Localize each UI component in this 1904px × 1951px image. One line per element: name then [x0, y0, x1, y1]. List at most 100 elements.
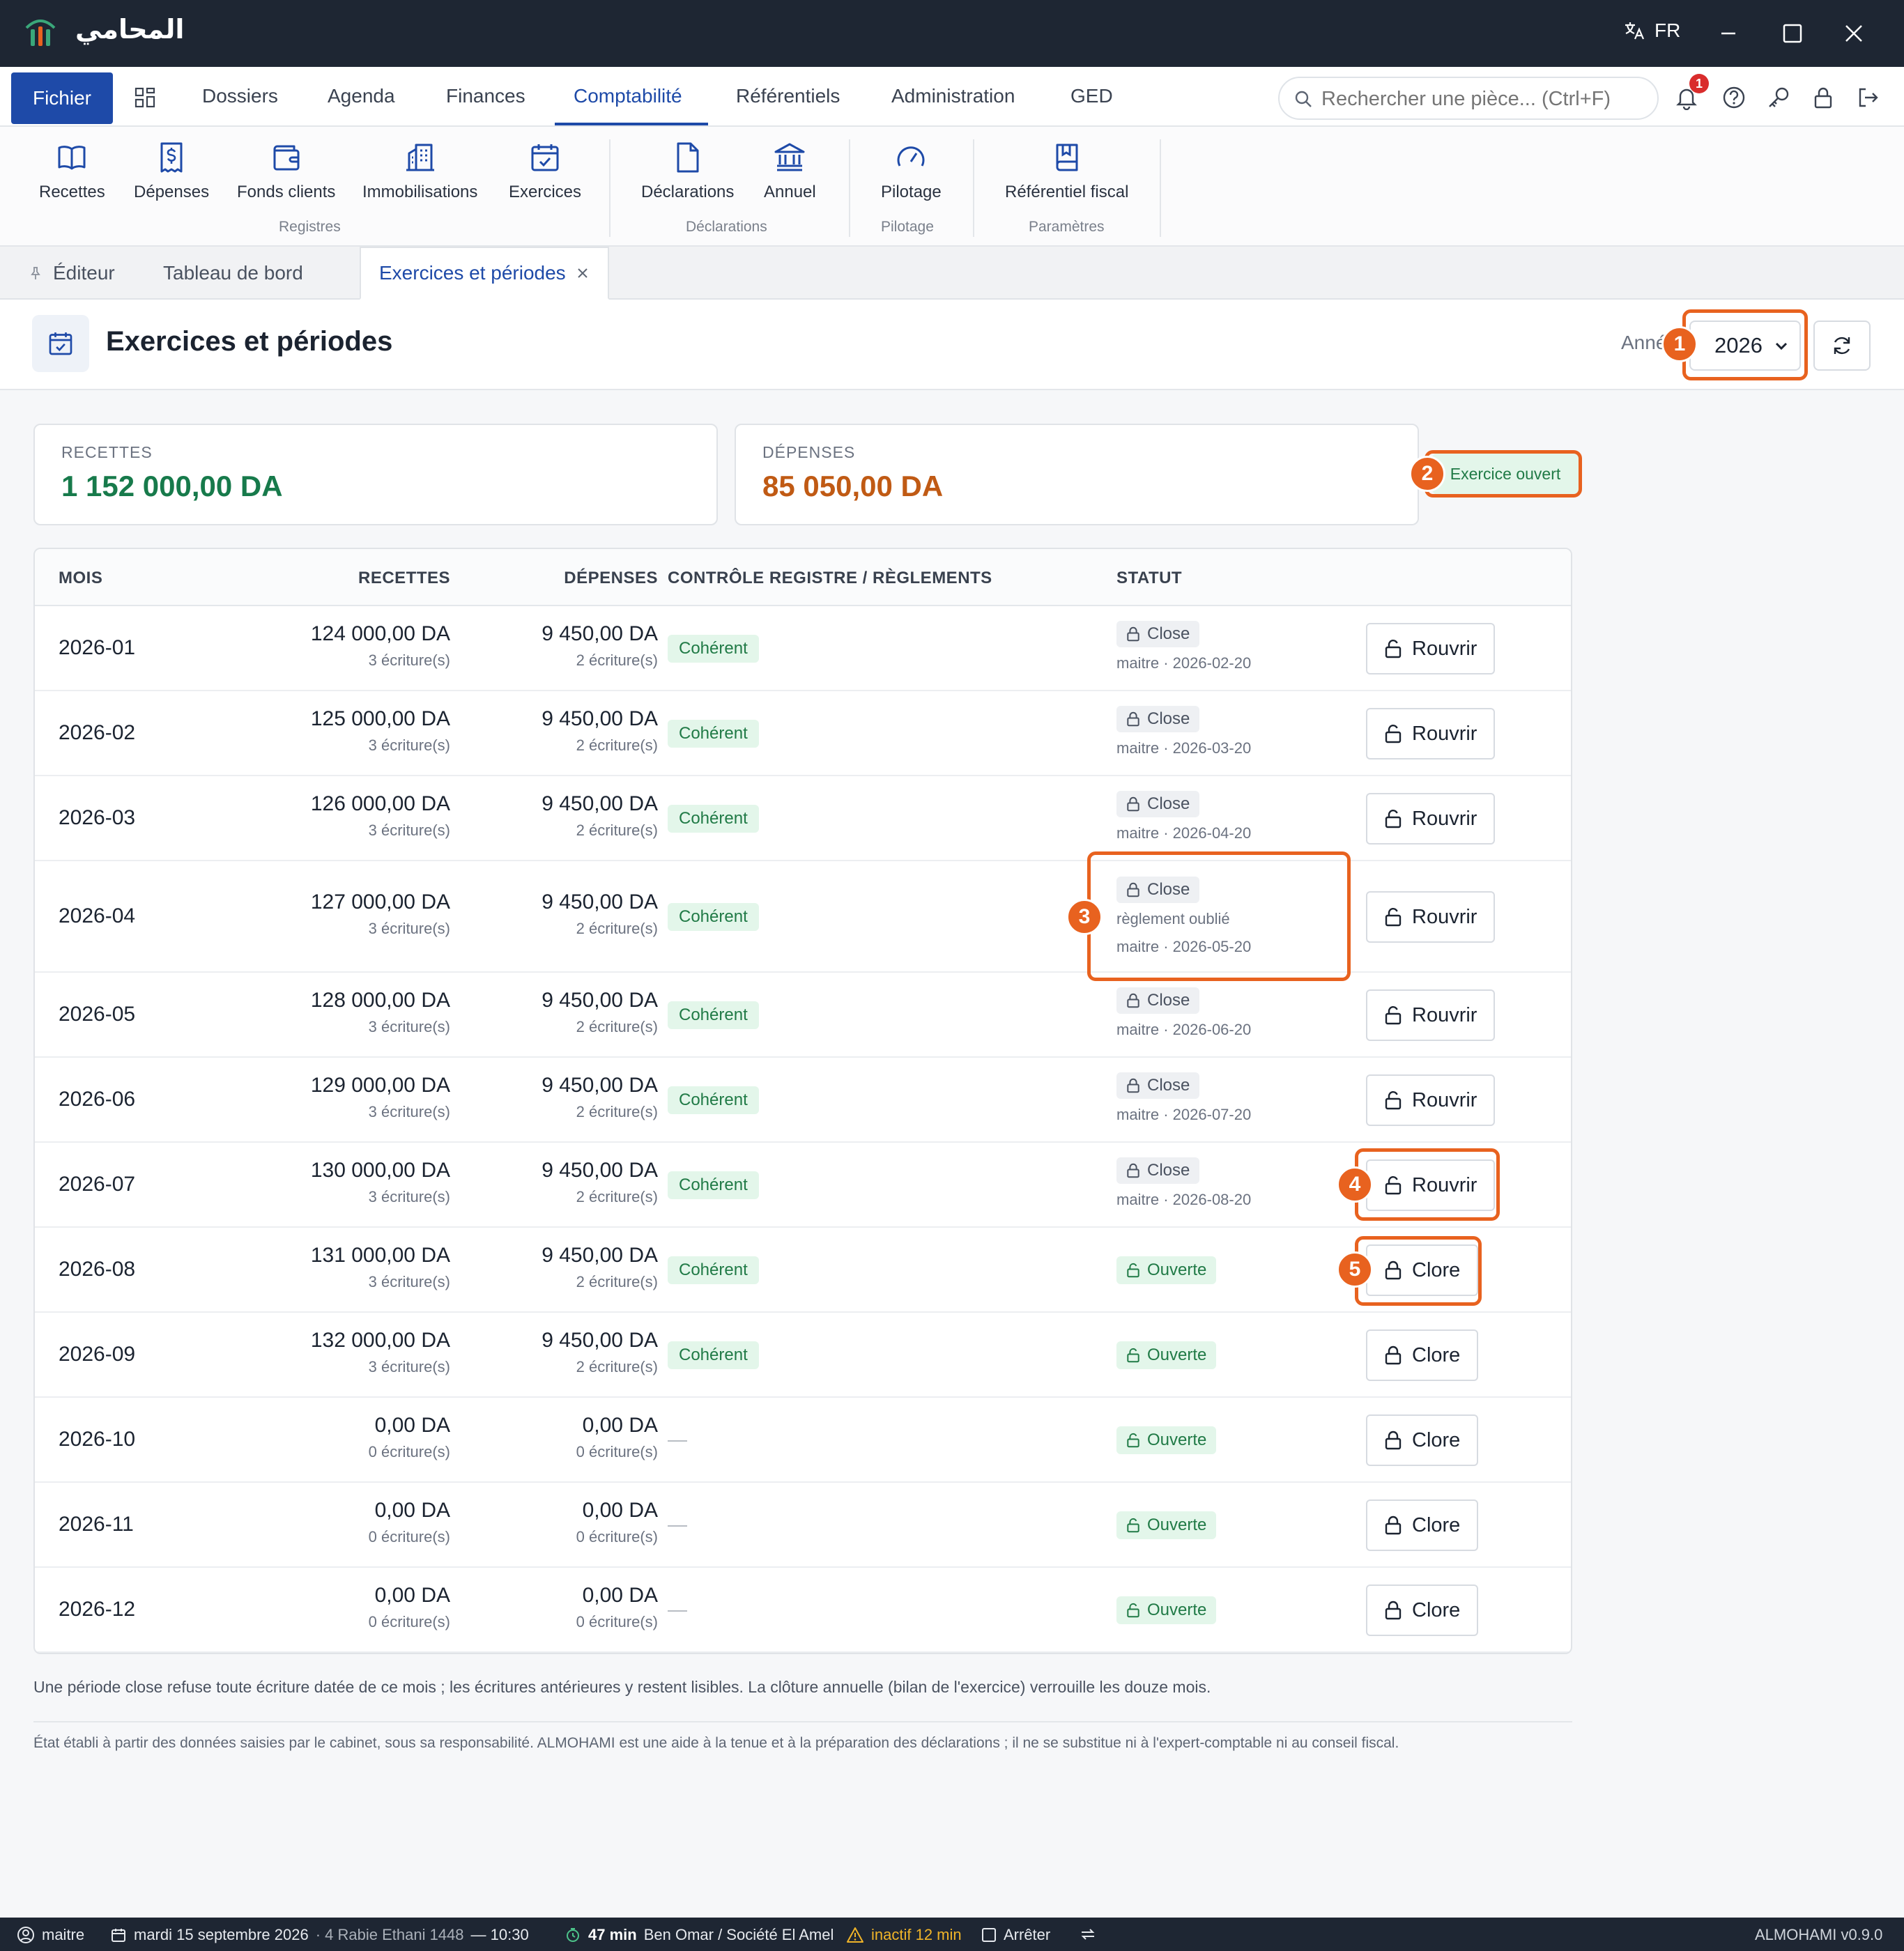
menu-fichier[interactable]: Fichier — [11, 72, 113, 124]
calendar-check-icon — [531, 144, 559, 171]
ribbon-annuel-button[interactable]: Annuel — [764, 141, 816, 202]
cell-depenses-count: 0 écriture(s) — [576, 1443, 658, 1460]
cell-mois: 2026-06 — [59, 1088, 136, 1111]
cell-mois: 2026-07 — [59, 1173, 136, 1196]
rouvrir-button[interactable]: Rouvrir — [1366, 793, 1496, 845]
status-badge-close: Close — [1116, 791, 1200, 817]
ribbon-declarations-button[interactable]: Déclarations — [641, 141, 734, 202]
tab-editeur[interactable]: Éditeur — [28, 247, 115, 300]
controle-badge: Cohérent — [668, 1341, 759, 1369]
status-badge-open: Ouverte — [1116, 1596, 1217, 1624]
cell-depenses-count: 2 écriture(s) — [576, 1273, 658, 1290]
search-icon — [1295, 91, 1312, 107]
menu-agenda[interactable]: Agenda — [328, 85, 395, 107]
clore-button[interactable]: Clore — [1366, 1499, 1479, 1551]
ribbon-referentiel-fiscal-button[interactable]: Référentiel fiscal — [1005, 141, 1128, 202]
ribbon-immobilisations-button[interactable]: Immobilisations — [362, 141, 477, 202]
refresh-icon — [1834, 337, 1850, 355]
status-label: Ouverte — [1147, 1601, 1207, 1619]
col-header-depenses: DÉPENSES — [564, 569, 658, 587]
action-label: Clore — [1412, 1343, 1461, 1366]
controle-badge: Cohérent — [668, 635, 759, 663]
app-logo-icon — [22, 15, 59, 52]
tab-tableau-de-bord-label: Tableau de bord — [163, 262, 303, 284]
warning-icon — [847, 1927, 863, 1943]
rouvrir-button[interactable]: Rouvrir — [1366, 708, 1496, 759]
stop-timer-button[interactable]: Arrêter — [981, 1926, 1050, 1944]
status-badge-close: Close — [1116, 1072, 1200, 1099]
unlock-icon — [1126, 1348, 1140, 1363]
action-label: Rouvrir — [1412, 722, 1477, 745]
ribbon-recettes-button[interactable]: Recettes — [39, 141, 105, 202]
close-tab-icon[interactable] — [576, 266, 590, 280]
ribbon-exercices-label: Exercices — [509, 183, 582, 201]
ribbon-pilotage-button[interactable]: Pilotage — [881, 141, 942, 202]
table-row: 2026-12 0,00 DA 0 écriture(s) 0,00 DA 0 écri… — [35, 1568, 1571, 1653]
cell-depenses-amount: 0,00 DA — [582, 1584, 658, 1607]
clore-button[interactable]: Clore — [1366, 1584, 1479, 1636]
cell-mois: 2026-08 — [59, 1258, 136, 1281]
help-icon[interactable] — [1721, 85, 1746, 110]
table-row: 2026-01 124 000,00 DA 3 écriture(s) 9 450,0… — [35, 606, 1571, 691]
cell-mois: 2026-09 — [59, 1343, 136, 1366]
tab-tableau-de-bord[interactable]: Tableau de bord — [163, 247, 303, 300]
rouvrir-button[interactable]: Rouvrir — [1366, 989, 1496, 1041]
table-row: 2026-09 132 000,00 DA 3 écriture(s) 9 450,0… — [35, 1313, 1571, 1398]
key-icon[interactable] — [1766, 85, 1791, 110]
app-name: المحامي — [75, 15, 185, 45]
action-label: Rouvrir — [1412, 1003, 1477, 1026]
ribbon-group-parametres: Paramètres — [1029, 219, 1105, 235]
cell-mois: 2026-12 — [59, 1598, 136, 1621]
close-window-button[interactable] — [1838, 18, 1869, 49]
menu-finances[interactable]: Finances — [446, 85, 525, 107]
minimize-button[interactable] — [1713, 18, 1744, 49]
logout-icon[interactable] — [1855, 85, 1880, 110]
cell-controle-empty — [668, 1440, 687, 1442]
cell-depenses-amount: 9 450,00 DA — [542, 792, 658, 815]
rouvrir-button[interactable]: Rouvrir — [1366, 623, 1496, 674]
clore-button[interactable]: Clore — [1366, 1414, 1479, 1466]
depenses-summary-card: DÉPENSES 85 050,00 DA — [735, 424, 1419, 525]
unlock-icon — [1384, 639, 1402, 658]
menu-referentiels[interactable]: Référentiels — [736, 85, 840, 107]
unlock-icon — [1384, 724, 1402, 743]
highlight-frame — [1355, 1148, 1500, 1221]
bank-icon — [774, 143, 805, 171]
status-dossier: Ben Omar / Société El Amel — [643, 1926, 834, 1943]
apps-grid-icon[interactable] — [134, 86, 156, 109]
cell-depenses-amount: 9 450,00 DA — [542, 1159, 658, 1182]
rouvrir-button[interactable]: Rouvrir — [1366, 1074, 1496, 1126]
lock-icon[interactable] — [1811, 85, 1836, 110]
highlight-marker: 4 — [1337, 1166, 1373, 1203]
pin-icon — [31, 267, 40, 279]
switch-icon[interactable] — [1079, 1926, 1097, 1943]
status-badge-close: Close — [1116, 706, 1200, 732]
highlight-marker: 1 — [1661, 326, 1698, 362]
unlock-icon — [1126, 1263, 1140, 1278]
unlock-icon — [1384, 1005, 1402, 1025]
menu-administration[interactable]: Administration — [891, 85, 1015, 107]
refresh-button[interactable] — [1813, 321, 1871, 371]
menu-dossiers[interactable]: Dossiers — [202, 85, 278, 107]
highlight-marker: 3 — [1066, 899, 1103, 935]
rouvrir-button[interactable]: Rouvrir — [1366, 891, 1496, 943]
table-row: 2026-02 125 000,00 DA 3 écriture(s) 9 450,0… — [35, 691, 1571, 776]
status-label: Close — [1147, 794, 1190, 813]
search-input[interactable] — [1321, 85, 1649, 113]
ribbon-exercices-button[interactable]: Exercices — [509, 141, 581, 202]
col-header-statut: STATUT — [1116, 569, 1183, 587]
title-bar: المحامي FR — [0, 0, 1904, 67]
tab-exercices-periodes[interactable]: Exercices et périodes — [360, 247, 609, 300]
ribbon-depenses-button[interactable]: Dépenses — [134, 141, 209, 202]
maximize-button[interactable] — [1777, 18, 1808, 49]
menu-ged[interactable]: GED — [1070, 85, 1113, 107]
lock-icon — [1126, 796, 1140, 812]
language-switch[interactable]: FR — [1622, 20, 1680, 42]
status-inactive-label: inactif 12 min — [871, 1926, 962, 1943]
controle-badge: Cohérent — [668, 1256, 759, 1284]
menu-comptabilite[interactable]: Comptabilité — [574, 85, 682, 107]
cell-depenses-amount: 0,00 DA — [582, 1414, 658, 1437]
ribbon-fonds-clients-button[interactable]: Fonds clients — [237, 141, 335, 202]
clore-button[interactable]: Clore — [1366, 1329, 1479, 1381]
status-date-label: mardi 15 septembre 2026 — [134, 1926, 309, 1943]
